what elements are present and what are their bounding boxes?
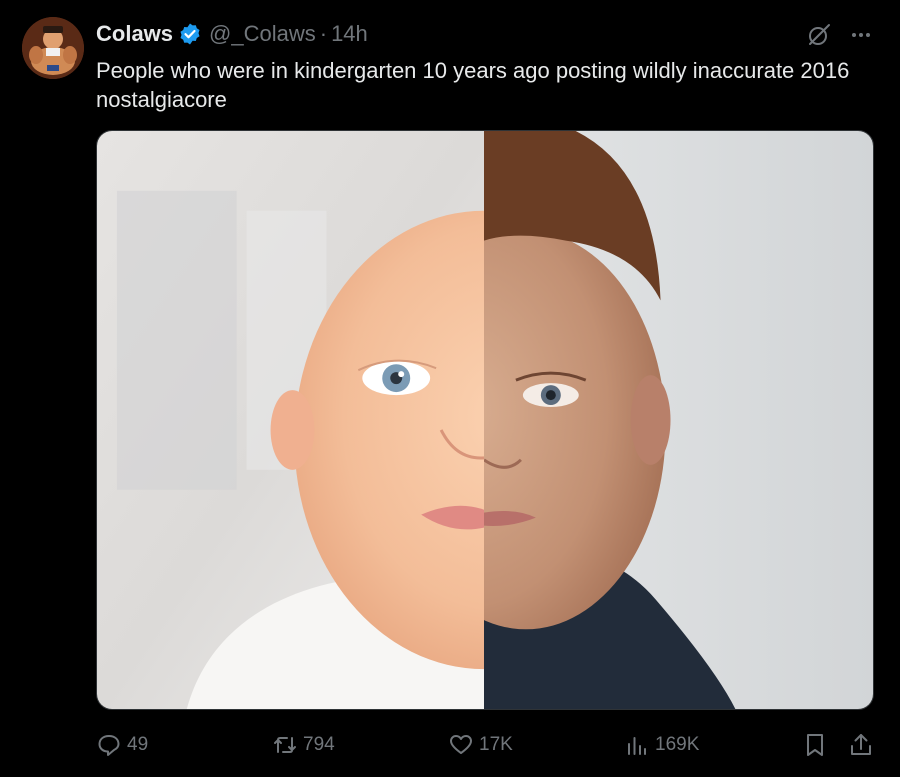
tweet-text: People who were in kindergarten 10 years… [96,58,850,112]
more-icon[interactable] [848,22,874,48]
display-name[interactable]: Colaws [96,21,173,47]
tweet: Colaws @_Colaws · 14h People who were in… [0,0,900,777]
timestamp[interactable]: 14h [331,21,368,47]
reply-icon [98,735,120,756]
bookmark-icon [807,734,823,756]
separator-dot: · [319,21,328,46]
bookmark-button[interactable] [802,727,828,763]
tweet-media[interactable] [96,130,874,710]
repost-count: 794 [303,734,335,755]
views-icon [628,737,646,755]
like-count: 17K [479,734,513,755]
avatar[interactable] [22,17,84,79]
tweet-header: Colaws @_Colaws · 14h [96,19,368,49]
like-icon [450,735,472,754]
reply-count: 49 [127,734,149,755]
avatar-image [22,17,84,79]
tweet-actions: 49 794 17K 169K [96,727,874,763]
views-button[interactable]: 169K [624,727,699,763]
repost-button[interactable]: 794 [272,727,335,763]
share-button[interactable] [848,727,874,763]
share-icon [851,734,871,755]
views-count: 169K [655,734,700,755]
repost-icon [274,737,296,753]
baby-photo-image [97,131,873,709]
user-handle[interactable]: @_Colaws [209,21,316,47]
like-button[interactable]: 17K [448,727,513,763]
grok-icon[interactable] [806,22,832,48]
reply-button[interactable]: 49 [96,727,148,763]
verified-badge-icon [178,22,202,46]
